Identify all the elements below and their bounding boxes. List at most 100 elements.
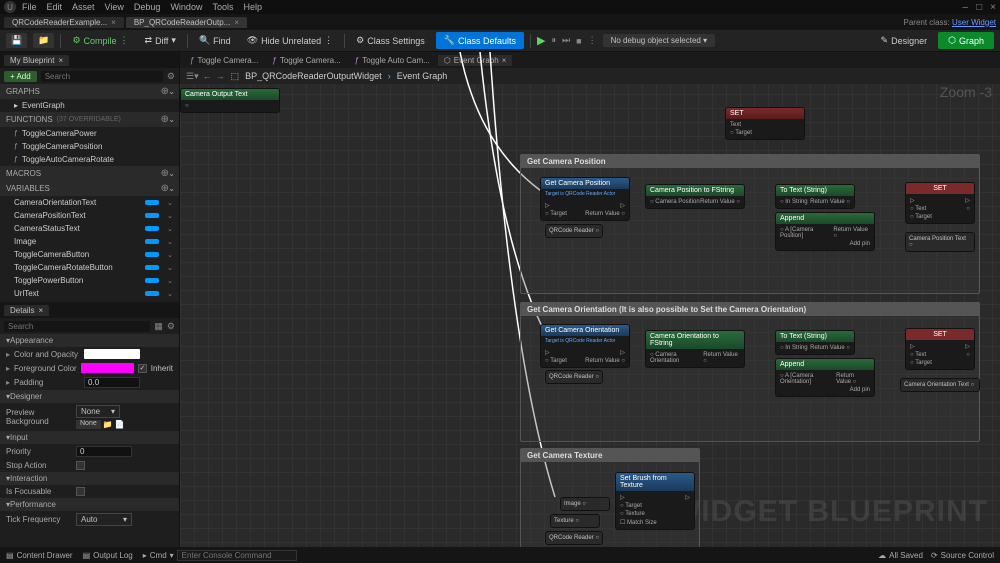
settings-icon[interactable]: ⚙ bbox=[167, 71, 175, 82]
chevron-down-icon[interactable]: ⌄ bbox=[167, 277, 173, 285]
hide-unrelated-button[interactable]: 👁Hide Unrelated⋮ bbox=[242, 33, 338, 48]
node-to-text-1[interactable]: To Text (String) ○ In StringReturn Value… bbox=[775, 184, 855, 209]
chevron-down-icon[interactable]: ⌄ bbox=[167, 264, 173, 272]
folder-icon[interactable]: 📁 bbox=[103, 420, 113, 429]
menu-asset[interactable]: Asset bbox=[72, 2, 95, 12]
type-pill[interactable] bbox=[145, 278, 159, 283]
stop-action-checkbox[interactable] bbox=[76, 461, 85, 470]
variable-item[interactable]: Image⌄ bbox=[0, 235, 179, 248]
details-tab[interactable]: Details× bbox=[4, 305, 49, 316]
step-button[interactable]: ⏭ bbox=[562, 35, 570, 46]
grid-icon[interactable]: ▦ bbox=[154, 321, 163, 332]
graph-item-eventgraph[interactable]: ▸ EventGraph bbox=[0, 99, 179, 112]
close-icon[interactable]: × bbox=[990, 2, 996, 13]
menu-debug[interactable]: Debug bbox=[134, 2, 161, 12]
node-qrcode-reader-1[interactable]: QRCode Reader ○ bbox=[545, 224, 603, 238]
type-pill[interactable] bbox=[145, 213, 159, 218]
focusable-checkbox[interactable] bbox=[76, 487, 85, 496]
variables-section-header[interactable]: VARIABLES⊕⌄ bbox=[0, 181, 179, 196]
type-pill[interactable] bbox=[145, 226, 159, 231]
type-pill[interactable] bbox=[145, 252, 159, 257]
locate-icon[interactable]: 📄 bbox=[115, 420, 125, 429]
functions-section-header[interactable]: FUNCTIONS(37 OVERRIDABLE)⊕⌄ bbox=[0, 112, 179, 127]
variable-item[interactable]: CameraStatusText⌄ bbox=[0, 222, 179, 235]
function-toggle-camera-power[interactable]: ƒToggleCameraPower bbox=[0, 127, 179, 140]
add-button[interactable]: + Add bbox=[4, 71, 37, 82]
class-defaults-button[interactable]: 🔧Class Defaults bbox=[436, 32, 524, 49]
type-pill[interactable] bbox=[145, 239, 159, 244]
node-set-camorient[interactable]: SET ▷▷○ Text○○ Target bbox=[905, 328, 975, 370]
canvas-tab-toggle-camera-1[interactable]: ƒToggle Camera... bbox=[184, 55, 264, 66]
debug-object-combo[interactable]: No debug object selected ▾ bbox=[603, 34, 716, 47]
chevron-down-icon[interactable]: ⌄ bbox=[167, 251, 173, 259]
close-tab-icon[interactable]: × bbox=[234, 18, 239, 27]
preview-none-pill[interactable]: None bbox=[76, 420, 101, 429]
canvas-tab-toggle-camera-2[interactable]: ƒToggle Camera... bbox=[266, 55, 346, 66]
chevron-down-icon[interactable]: ⌄ bbox=[167, 290, 173, 298]
variable-item[interactable]: TogglePowerButton⌄ bbox=[0, 274, 179, 287]
inherit-checkbox[interactable]: ✓ bbox=[138, 364, 147, 373]
node-camorient-to-string[interactable]: Camera Orientation to FString ○ Camera O… bbox=[645, 330, 745, 368]
canvas-tab-event-graph[interactable]: ⬡Event Graph× bbox=[438, 55, 513, 66]
appearance-header[interactable]: ▾ Appearance bbox=[0, 334, 179, 347]
play-button[interactable]: ▶ bbox=[537, 34, 545, 47]
nav-menu-icon[interactable]: ☰▾ bbox=[186, 71, 199, 82]
file-tab-example[interactable]: QRCodeReaderExample...× bbox=[4, 17, 124, 28]
stop-button[interactable]: ■ bbox=[576, 36, 581, 46]
node-set-top[interactable]: SET Text○ Target bbox=[725, 107, 805, 140]
variable-item[interactable]: ToggleCameraButton⌄ bbox=[0, 248, 179, 261]
type-pill[interactable] bbox=[145, 265, 159, 270]
menu-window[interactable]: Window bbox=[170, 2, 202, 12]
graph-canvas[interactable]: ƒToggle Camera... ƒToggle Camera... ƒTog… bbox=[180, 52, 1000, 547]
designer-header[interactable]: ▾ Designer bbox=[0, 390, 179, 403]
node-get-camera-orientation[interactable]: Get Camera Orientation Target is QRCode … bbox=[540, 324, 630, 368]
node-texture-var[interactable]: Texture ○ bbox=[550, 514, 600, 528]
node-qrcode-reader-3[interactable]: QRCode Reader ○ bbox=[545, 531, 603, 545]
settings-icon[interactable]: ⚙ bbox=[167, 321, 175, 332]
node-partial-top[interactable]: Camera Output Text ○ bbox=[180, 88, 280, 113]
blueprint-search-input[interactable] bbox=[41, 71, 163, 82]
variable-item[interactable]: CameraOrientationText⌄ bbox=[0, 196, 179, 209]
parent-class-link[interactable]: User Widget bbox=[952, 18, 996, 27]
close-tab-icon[interactable]: × bbox=[111, 18, 116, 27]
find-button[interactable]: 🔍Find bbox=[194, 33, 236, 48]
node-append-1[interactable]: Append ○ A [Camera Position]Return Value… bbox=[775, 212, 875, 251]
nav-forward-icon[interactable]: → bbox=[216, 71, 225, 82]
graphs-section-header[interactable]: GRAPHS⊕⌄ bbox=[0, 84, 179, 99]
variable-item[interactable]: CameraPositionText⌄ bbox=[0, 209, 179, 222]
menu-tools[interactable]: Tools bbox=[212, 2, 233, 12]
graph-button[interactable]: ⬡Graph bbox=[938, 32, 994, 49]
chevron-down-icon[interactable]: ⌄ bbox=[167, 199, 173, 207]
chevron-down-icon[interactable]: ⌄ bbox=[167, 225, 173, 233]
node-camorient-text-var[interactable]: Camera Orientation Text ○ bbox=[900, 378, 980, 392]
chevron-down-icon[interactable]: ⌄ bbox=[167, 212, 173, 220]
function-toggle-camera-position[interactable]: ƒToggleCameraPosition bbox=[0, 140, 179, 153]
minimize-icon[interactable]: – bbox=[963, 2, 969, 13]
node-append-2[interactable]: Append ○ A [Camera Orientation]Return Va… bbox=[775, 358, 875, 397]
variable-item[interactable]: ToggleCameraRotateButton⌄ bbox=[0, 261, 179, 274]
source-control-button[interactable]: ⟳Source Control bbox=[931, 551, 994, 560]
compile-button[interactable]: ⚙Compile⋮ bbox=[67, 33, 133, 48]
tick-freq-combo[interactable]: Auto▾ bbox=[76, 513, 132, 526]
canvas-tab-toggle-auto-cam[interactable]: ƒToggle Auto Cam... bbox=[349, 55, 436, 66]
node-qrcode-reader-2[interactable]: QRCode Reader ○ bbox=[545, 370, 603, 384]
input-header[interactable]: ▾ Input bbox=[0, 431, 179, 444]
chevron-down-icon[interactable]: ⌄ bbox=[167, 238, 173, 246]
details-search-input[interactable] bbox=[4, 321, 150, 332]
content-drawer-button[interactable]: ▤Content Drawer bbox=[6, 551, 73, 560]
node-to-text-2[interactable]: To Text (String) ○ In StringReturn Value… bbox=[775, 330, 855, 355]
breadcrumb-widget[interactable]: BP_QRCodeReaderOutputWidget bbox=[245, 71, 382, 81]
interaction-header[interactable]: ▾ Interaction bbox=[0, 472, 179, 485]
preview-bg-combo[interactable]: None▾ bbox=[76, 405, 120, 418]
menu-view[interactable]: View bbox=[105, 2, 124, 12]
menu-help[interactable]: Help bbox=[243, 2, 262, 12]
menu-file[interactable]: File bbox=[22, 2, 37, 12]
maximize-icon[interactable]: □ bbox=[976, 2, 982, 13]
breadcrumb-graph[interactable]: Event Graph bbox=[397, 71, 448, 81]
file-tab-output[interactable]: BP_QRCodeReaderOutp...× bbox=[126, 17, 247, 28]
priority-input[interactable] bbox=[76, 446, 132, 457]
menu-edit[interactable]: Edit bbox=[47, 2, 63, 12]
close-tab-icon[interactable]: × bbox=[38, 306, 43, 315]
output-log-button[interactable]: ▤Output Log bbox=[83, 551, 133, 560]
node-campos-text-var[interactable]: Camera Position Text ○ bbox=[905, 232, 975, 252]
